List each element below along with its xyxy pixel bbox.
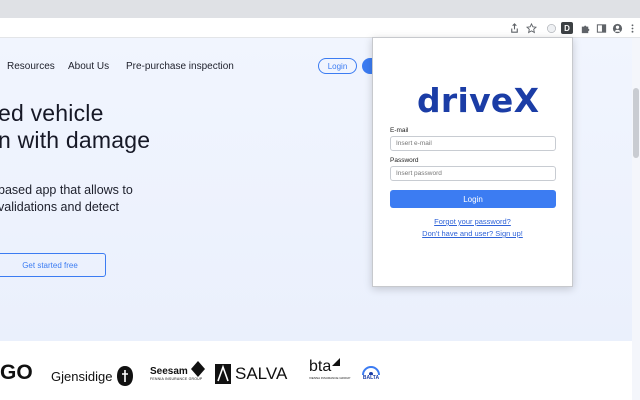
partner-logo-bta: bta VIENNA INSURANCE GROUP — [309, 358, 350, 380]
star-icon[interactable] — [524, 21, 538, 35]
bta-emblem-icon — [332, 358, 341, 366]
browser-toolbar: D — [0, 18, 640, 38]
drivex-extension-icon[interactable]: D — [561, 22, 573, 34]
partner-logo-seesam: Seesam FENNIA INSURANCE GROUP — [150, 361, 205, 381]
nav-about-us[interactable]: About Us — [68, 61, 109, 72]
get-started-button[interactable]: Get started free — [0, 253, 106, 277]
partner-logo-go: GO — [0, 361, 33, 384]
login-button[interactable]: Login — [390, 190, 556, 208]
drivex-login-popup: driveX E-mail Insert e-mail Password Ins… — [372, 37, 573, 287]
scrollbar-thumb[interactable] — [633, 88, 639, 158]
balta-wordmark: BALTA — [362, 375, 380, 381]
password-label: Password — [390, 157, 419, 164]
forgot-password-link[interactable]: Forgot your password? — [373, 217, 572, 226]
share-icon[interactable] — [507, 21, 521, 35]
site-login-button[interactable]: Login — [318, 58, 357, 74]
balta-emblem-icon — [362, 366, 380, 375]
hero-title-line-1: ed vehicle — [0, 100, 104, 126]
profile-icon[interactable] — [610, 21, 624, 35]
partner-logo-salva: SALVA — [215, 364, 287, 384]
puzzle-icon[interactable] — [578, 21, 592, 35]
email-field[interactable]: Insert e-mail — [390, 136, 556, 151]
page-scrollbar[interactable] — [632, 38, 640, 400]
password-field[interactable]: Insert password — [390, 166, 556, 181]
drivex-logo-text: driveX — [417, 81, 540, 120]
bta-wordmark: bta — [309, 358, 332, 375]
extension-circle-icon[interactable] — [544, 21, 558, 35]
partner-logos-band: GO Gjensidige Seesam FENNIA INSURANCE GR… — [0, 341, 632, 400]
kebab-menu-icon[interactable] — [625, 21, 639, 35]
side-panel-icon[interactable] — [594, 21, 608, 35]
bta-tagline: VIENNA INSURANCE GROUP — [309, 376, 351, 380]
hero-subtitle-line-1: based app that allows to — [0, 183, 133, 197]
salva-emblem-icon — [215, 364, 231, 384]
salva-wordmark: SALVA — [235, 364, 288, 383]
nav-resources[interactable]: Resources — [7, 61, 55, 72]
signup-link[interactable]: Don't have and user? Sign up! — [373, 229, 572, 238]
hero-title-line-2: n with damage — [0, 127, 151, 153]
nav-pre-purchase-inspection[interactable]: Pre-purchase inspection — [126, 61, 234, 72]
gjensidige-wordmark: Gjensidige — [51, 368, 113, 384]
gjensidige-emblem-icon — [117, 366, 134, 386]
seesam-wordmark: Seesam — [150, 366, 188, 377]
browser-tab-strip — [0, 0, 640, 18]
partner-logo-balta: BALTA — [362, 363, 380, 381]
hero-subtitle-line-2: validations and detect — [0, 200, 119, 214]
seesam-tagline: FENNIA INSURANCE GROUP — [150, 377, 203, 381]
partner-logo-gjensidige: Gjensidige — [51, 365, 134, 387]
drivex-logo: driveX — [417, 84, 539, 117]
seesam-emblem-icon — [190, 361, 205, 377]
email-label: E-mail — [390, 127, 409, 134]
